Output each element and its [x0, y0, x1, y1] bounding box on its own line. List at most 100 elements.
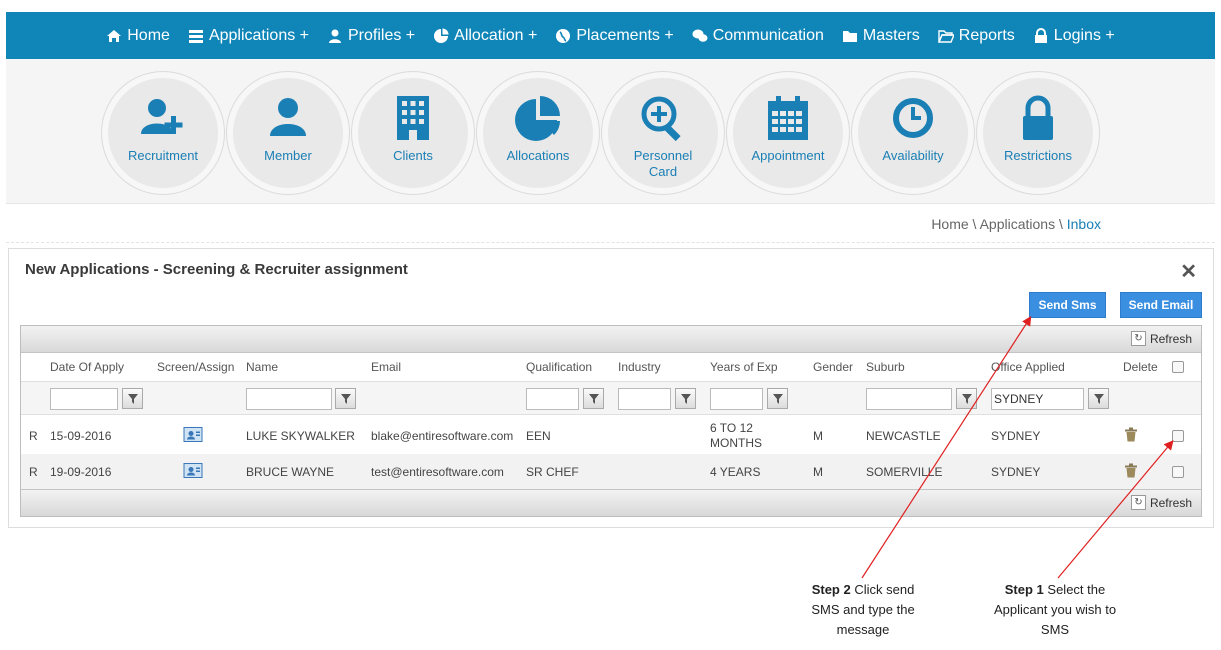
divider — [6, 242, 1215, 243]
quicklink-member[interactable]: Member — [226, 71, 350, 195]
filter-icon[interactable] — [956, 388, 977, 409]
nav-allocation[interactable]: Allocation + — [433, 27, 537, 45]
refresh-button[interactable]: ↻ Refresh — [1130, 331, 1192, 346]
nav-profiles-label: Profiles + — [348, 26, 416, 44]
row-select-checkbox[interactable] — [1172, 430, 1184, 442]
quicklink-personnel-card[interactable]: Personnel Card — [601, 71, 725, 195]
screen-assign-icon[interactable] — [183, 462, 203, 483]
step1-label: Step 1 — [1004, 582, 1044, 597]
row-name: BRUCE WAYNE — [246, 465, 335, 479]
refresh-button[interactable]: ↻ Refresh — [1130, 495, 1192, 510]
filter-icon[interactable] — [122, 388, 143, 409]
filter-icon[interactable] — [675, 388, 696, 409]
row-office: SYDNEY — [991, 429, 1041, 443]
top-navigation: Home Applications + Profiles + Allocatio… — [6, 12, 1215, 59]
quicklink-appointment[interactable]: Appointment — [726, 71, 850, 195]
quicklink-availability[interactable]: Availability — [851, 71, 975, 195]
nav-home-label: Home — [127, 26, 170, 44]
qualification-filter-input[interactable] — [526, 388, 579, 410]
row-select-checkbox[interactable] — [1172, 466, 1184, 478]
header-screen-assign[interactable]: Screen/Assign — [157, 360, 234, 374]
folder-icon — [842, 28, 858, 44]
quicklink-label: Personnel Card — [633, 148, 693, 179]
suburb-filter-input[interactable] — [866, 388, 952, 410]
user-icon — [327, 28, 343, 44]
screen-assign-icon[interactable] — [183, 426, 203, 447]
quicklink-label: Restrictions — [1004, 148, 1072, 163]
select-all-checkbox[interactable] — [1172, 361, 1184, 373]
grid-toolbar-top: ↻ Refresh — [21, 326, 1201, 353]
header-years-exp[interactable]: Years of Exp — [710, 360, 778, 374]
filter-icon[interactable] — [583, 388, 604, 409]
filter-icon[interactable] — [1088, 388, 1109, 409]
row-office: SYDNEY — [991, 465, 1041, 479]
name-filter-input[interactable] — [246, 388, 332, 410]
breadcrumb-applications[interactable]: Applications — [980, 216, 1056, 232]
applications-panel: New Applications - Screening & Recruiter… — [8, 248, 1214, 528]
quicklink-allocations[interactable]: Allocations — [476, 71, 600, 195]
header-email[interactable]: Email — [371, 360, 401, 374]
row-years: 6 TO 12 MONTHS — [710, 421, 762, 450]
nav-logins[interactable]: Logins + — [1033, 27, 1115, 45]
header-date[interactable]: Date Of Apply — [50, 360, 124, 374]
breadcrumb-inbox: Inbox — [1066, 216, 1101, 232]
globe-icon — [555, 28, 571, 44]
nav-allocation-label: Allocation + — [454, 26, 538, 44]
refresh-icon: ↻ — [1130, 495, 1146, 510]
send-sms-button[interactable]: Send Sms — [1029, 292, 1106, 318]
send-email-button[interactable]: Send Email — [1120, 292, 1202, 318]
refresh-icon: ↻ — [1130, 331, 1146, 346]
nav-applications-label: Applications + — [208, 26, 309, 44]
panel-title: New Applications - Screening & Recruiter… — [25, 261, 408, 278]
row-flag: R — [29, 465, 38, 479]
filter-row — [21, 381, 1201, 415]
folder-open-icon — [937, 28, 954, 44]
close-icon[interactable]: ✕ — [1180, 259, 1197, 284]
breadcrumb: Home \ Applications \ Inbox — [931, 216, 1101, 232]
quicklink-label: Availability — [882, 148, 944, 163]
filter-icon[interactable] — [767, 388, 788, 409]
row-email: test@entiresoftware.com — [371, 465, 504, 479]
clock-icon — [889, 94, 937, 142]
table-row[interactable]: R 19-09-2016 BRUCE WAYNE test@entiresoft… — [21, 454, 1201, 490]
quicklink-restrictions[interactable]: Restrictions — [976, 71, 1100, 195]
nav-communication[interactable]: Communication — [692, 27, 824, 45]
breadcrumb-separator: \ — [968, 216, 980, 232]
add-user-icon — [139, 94, 187, 142]
industry-filter-input[interactable] — [618, 388, 671, 410]
filter-icon[interactable] — [335, 388, 356, 409]
header-qualification[interactable]: Qualification — [526, 360, 592, 374]
magnifier-plus-icon — [639, 94, 687, 142]
header-delete: Delete — [1123, 360, 1158, 374]
nav-profiles[interactable]: Profiles + — [327, 27, 415, 45]
quicklink-clients[interactable]: Clients — [351, 71, 475, 195]
row-gender: M — [813, 429, 823, 443]
nav-reports[interactable]: Reports — [937, 27, 1015, 45]
nav-placements[interactable]: Placements + — [555, 27, 674, 45]
table-row[interactable]: R 15-09-2016 LUKE SKYWALKER blake@entire… — [21, 418, 1201, 454]
trash-icon[interactable] — [1125, 463, 1137, 481]
pie-chart-icon — [514, 94, 562, 142]
office-filter-input[interactable] — [991, 388, 1084, 410]
header-office[interactable]: Office Applied — [991, 360, 1065, 374]
row-qualification: EEN — [526, 429, 551, 443]
row-years: 4 YEARS — [710, 465, 761, 479]
header-gender[interactable]: Gender — [813, 360, 853, 374]
years-filter-input[interactable] — [710, 388, 763, 410]
nav-masters[interactable]: Masters — [842, 27, 920, 45]
row-qualification: SR CHEF — [526, 465, 579, 479]
breadcrumb-home[interactable]: Home — [931, 216, 968, 232]
quicklink-label: Clients — [393, 148, 433, 163]
nav-home[interactable]: Home — [106, 27, 170, 45]
list-icon — [188, 28, 204, 44]
header-industry[interactable]: Industry — [618, 360, 661, 374]
nav-applications[interactable]: Applications + — [188, 27, 309, 45]
date-filter-input[interactable] — [50, 388, 118, 410]
refresh-label: Refresh — [1149, 331, 1192, 346]
header-name[interactable]: Name — [246, 360, 278, 374]
trash-icon[interactable] — [1125, 427, 1137, 445]
applications-grid: ↻ Refresh Date Of Apply Screen/Assign Na… — [20, 325, 1202, 517]
quicklink-recruitment[interactable]: Recruitment — [101, 71, 225, 195]
step2-label: Step 2 — [811, 582, 851, 597]
header-suburb[interactable]: Suburb — [866, 360, 905, 374]
